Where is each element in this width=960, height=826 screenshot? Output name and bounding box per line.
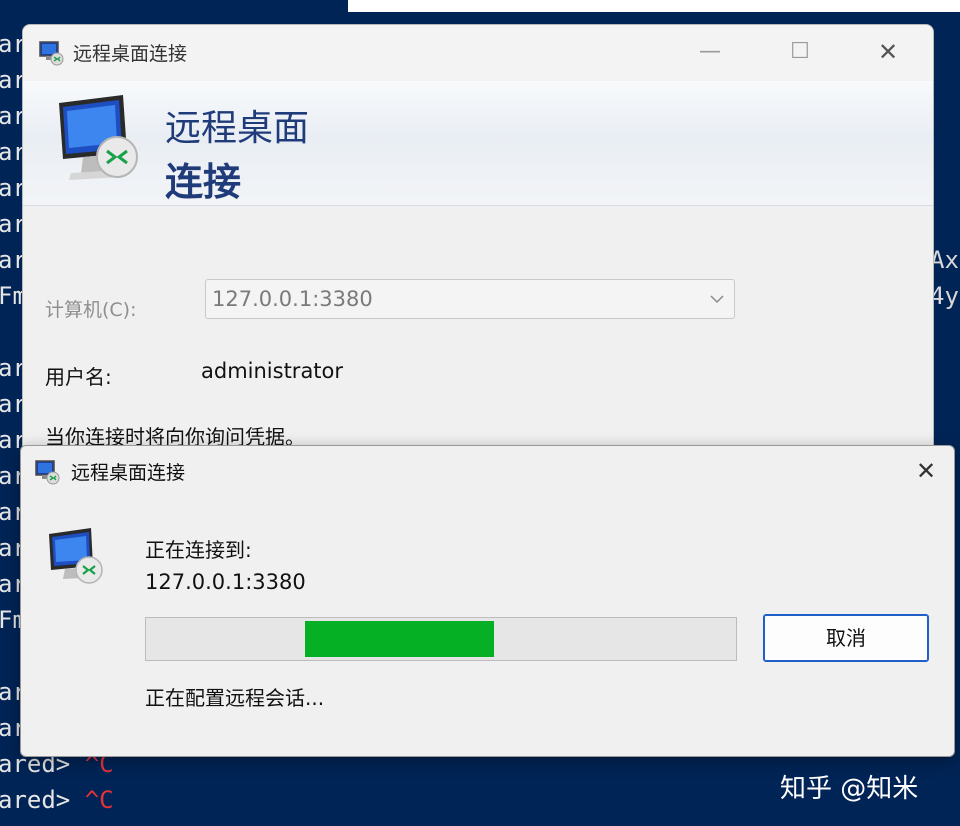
username-label: 用户名: (45, 365, 112, 389)
maximize-button[interactable]: ☐ (785, 37, 815, 67)
banner-title-line2: 连接 (165, 160, 242, 204)
progress-fill (305, 621, 494, 657)
dialog-title-bar[interactable]: 远程桌面连接 ✕ (21, 446, 954, 498)
terminal-line-text: ared> (0, 786, 85, 814)
connection-progress-bar (145, 617, 737, 661)
header-banner: 远程桌面 连接 (23, 81, 933, 206)
close-button[interactable]: ✕ (873, 37, 903, 67)
background-window-edge (348, 0, 960, 12)
window-title: 远程桌面连接 (73, 43, 188, 65)
remote-desktop-window: 远程桌面连接 — ☐ ✕ 远程桌面 连接 计算机(C): 127.0.0.1:3… (22, 24, 934, 466)
watermark: 知乎 @知米 (780, 774, 919, 804)
connecting-label: 正在连接到: (145, 538, 252, 562)
banner-title-line1: 远程桌面 (165, 108, 310, 149)
connection-status-text: 正在配置远程会话... (145, 686, 325, 710)
remote-desktop-computer-icon (49, 528, 103, 584)
title-bar[interactable]: 远程桌面连接 — ☐ ✕ (23, 25, 933, 81)
computer-combobox[interactable]: 127.0.0.1:3380 (205, 279, 735, 319)
connecting-dialog: 远程桌面连接 ✕ 正在连接到: 127.0.0.1:3380 取消 正在配置远程… (20, 445, 955, 757)
remote-desktop-icon (35, 460, 60, 485)
username-value: administrator (201, 359, 344, 383)
dialog-close-button[interactable]: ✕ (911, 456, 941, 486)
terminal-text-right: Ax (930, 246, 959, 274)
terminal-line: ared> ^C (0, 786, 114, 814)
computer-value: 127.0.0.1:3380 (212, 287, 373, 311)
computer-label: 计算机(C): (45, 299, 137, 321)
terminal-text-right: 4y (930, 282, 959, 310)
dialog-title: 远程桌面连接 (71, 462, 186, 484)
minimize-button[interactable]: — (695, 37, 725, 67)
remote-desktop-computer-icon (59, 95, 138, 180)
remote-desktop-icon (39, 41, 64, 66)
connecting-host: 127.0.0.1:3380 (145, 570, 306, 594)
cancel-button[interactable]: 取消 (763, 614, 929, 662)
terminal-ctrl-c: ^C (84, 786, 114, 814)
chevron-down-icon[interactable] (708, 290, 726, 308)
